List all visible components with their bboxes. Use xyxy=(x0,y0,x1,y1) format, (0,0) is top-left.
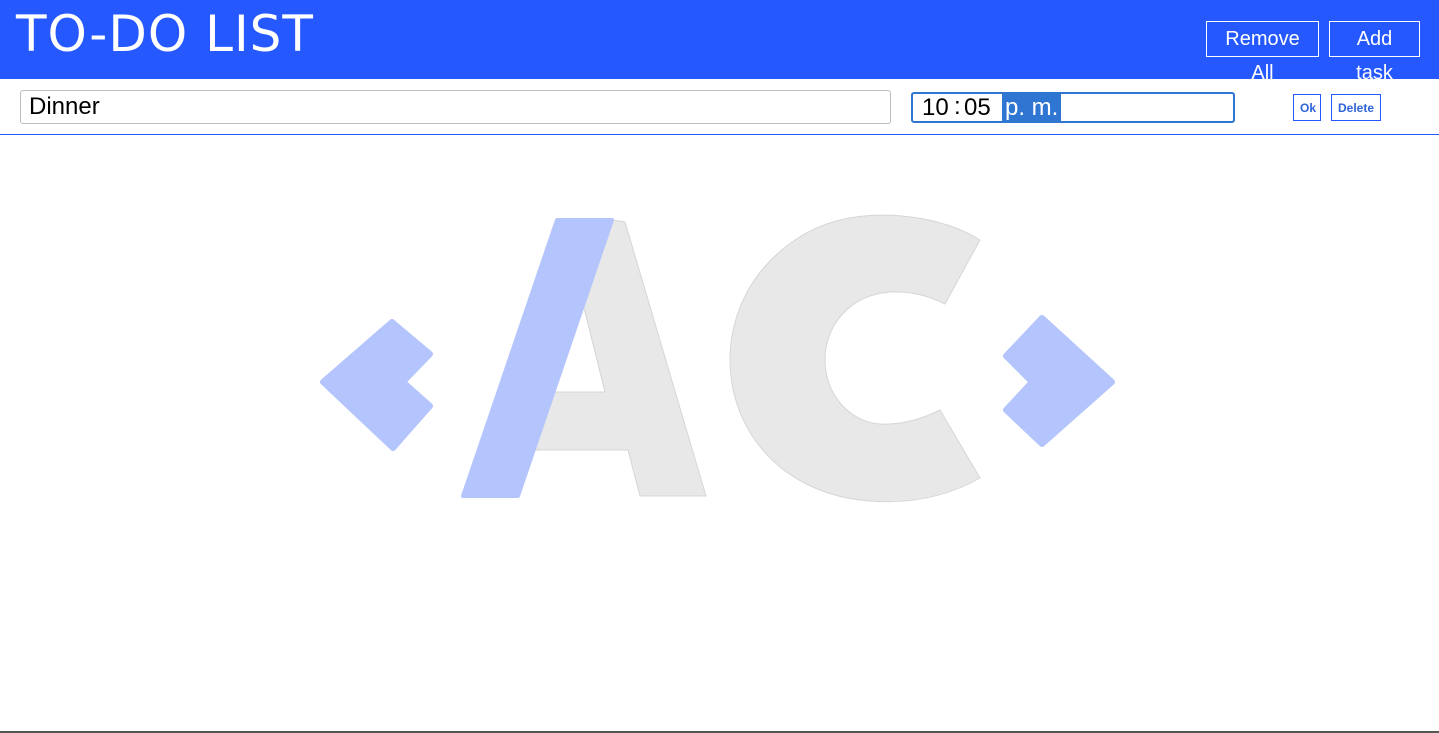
right-chevron-icon xyxy=(1003,315,1115,447)
add-task-button[interactable]: Add task xyxy=(1329,21,1420,84)
time-separator: : xyxy=(954,93,961,120)
remove-all-button[interactable]: Remove All xyxy=(1206,21,1319,84)
delete-button[interactable]: Delete xyxy=(1331,94,1381,121)
letter-a-blue xyxy=(461,218,614,498)
letter-c-gray xyxy=(729,214,981,503)
left-chevron-icon xyxy=(320,319,433,451)
task-name-input[interactable]: Dinner xyxy=(20,90,891,124)
app-header: TO-DO LIST Remove All Add task xyxy=(0,0,1439,84)
task-time-input[interactable]: 10 : 05 p. m. xyxy=(911,92,1235,123)
time-ampm-field[interactable]: p. m. xyxy=(1002,94,1062,121)
time-minutes-field[interactable]: 05 xyxy=(964,94,991,121)
app-title: TO-DO LIST xyxy=(16,5,314,63)
ac-logo-watermark xyxy=(320,214,1115,503)
ok-button[interactable]: Ok xyxy=(1293,94,1321,121)
time-hours-field[interactable]: 10 xyxy=(922,94,949,121)
task-row: Dinner 10 : 05 p. m. Ok Delete xyxy=(0,79,1439,135)
